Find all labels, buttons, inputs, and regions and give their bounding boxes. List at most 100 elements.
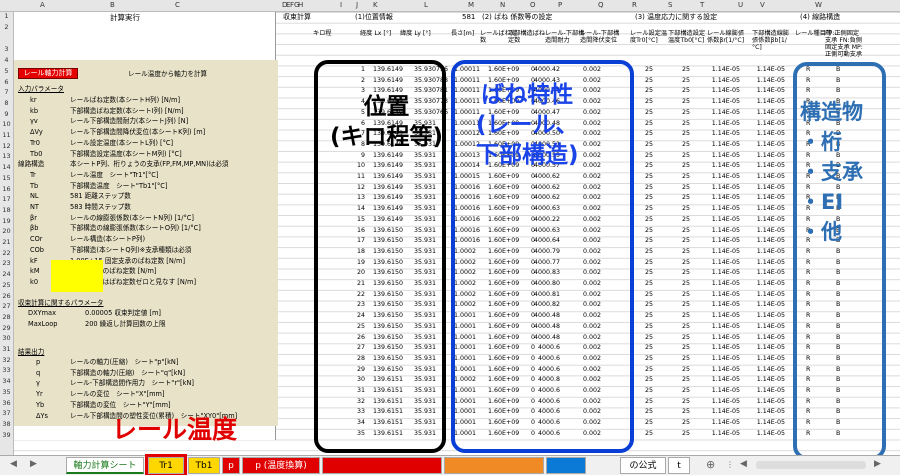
table-cell[interactable]: 1.60E+09 xyxy=(488,430,519,438)
row-number[interactable]: 26 xyxy=(0,292,13,300)
row-number[interactable]: 3 xyxy=(0,45,13,53)
table-cell[interactable]: 139.6150 xyxy=(373,366,403,374)
horizontal-scrollbar[interactable] xyxy=(756,461,866,469)
table-cell[interactable]: 1.14E-05 xyxy=(757,408,785,416)
table-cell[interactable]: 1.14E-05 xyxy=(712,355,740,363)
table-cell[interactable]: 35.931 xyxy=(414,301,436,309)
table-cell[interactable]: R xyxy=(806,301,810,309)
table-cell[interactable]: 24 xyxy=(357,312,365,320)
table-cell[interactable]: 0.002 xyxy=(583,280,601,288)
tab-p[interactable]: p xyxy=(222,457,240,474)
table-cell[interactable]: 25 xyxy=(645,344,653,352)
table-cell[interactable]: 25 xyxy=(645,323,653,331)
table-cell[interactable]: 25 xyxy=(682,259,690,267)
param-description[interactable]: レール温度 シート"Tr1"[°C] xyxy=(70,171,158,179)
table-cell[interactable]: 25 xyxy=(645,355,653,363)
table-cell[interactable]: 139.6150 xyxy=(373,344,403,352)
table-cell[interactable]: 25 xyxy=(645,398,653,406)
table-cell[interactable]: 139.6150 xyxy=(373,334,403,342)
table-cell[interactable]: 35.931 xyxy=(414,248,436,256)
table-cell[interactable]: 1.14E-05 xyxy=(712,323,740,331)
table-cell[interactable]: 1.14E-05 xyxy=(712,109,740,117)
table-cell[interactable]: 1.60E+09 xyxy=(488,344,519,352)
table-cell[interactable]: 1.14E-05 xyxy=(712,248,740,256)
tab-p-temp[interactable]: p (温度換算) xyxy=(242,457,320,474)
table-cell[interactable]: 0.002 xyxy=(583,152,601,160)
row-number[interactable]: 37 xyxy=(0,409,13,417)
column-letter[interactable]: M xyxy=(468,1,474,9)
table-cell[interactable]: 0 xyxy=(531,355,535,363)
table-cell[interactable]: 1.60E+09 xyxy=(488,259,519,267)
row-number[interactable]: 32 xyxy=(0,356,13,364)
table-cell[interactable]: 0.002 xyxy=(583,312,601,320)
table-cell[interactable]: 1.14E-05 xyxy=(757,205,785,213)
table-cell[interactable]: 139.6150 xyxy=(373,355,403,363)
table-cell[interactable]: 25 xyxy=(682,323,690,331)
table-cell[interactable]: 139.6149 xyxy=(373,162,403,170)
param-description[interactable]: レール下部構造間降伏変位(本シートK列) [m] xyxy=(70,128,205,136)
column-letter[interactable]: B xyxy=(110,1,115,9)
table-cell[interactable]: 25 xyxy=(682,66,690,74)
table-cell[interactable]: 139.6151 xyxy=(373,430,403,438)
table-cell[interactable]: 25 xyxy=(645,194,653,202)
row-number[interactable]: 19 xyxy=(0,217,13,225)
table-cell[interactable]: 34 xyxy=(357,419,365,427)
table-cell[interactable]: B xyxy=(836,408,840,416)
table-cell[interactable]: 0.002 xyxy=(583,141,601,149)
row-number[interactable]: 6 xyxy=(0,78,13,86)
table-cell[interactable]: 1.14E-05 xyxy=(712,408,740,416)
table-cell[interactable]: 25 xyxy=(645,366,653,374)
table-cell[interactable]: 1.14E-05 xyxy=(712,280,740,288)
table-cell[interactable]: 1.60E+09 xyxy=(488,334,519,342)
table-cell[interactable]: 13 xyxy=(357,194,365,202)
table-cell[interactable]: 139.6151 xyxy=(373,376,403,384)
table-cell[interactable]: 1.14E-05 xyxy=(757,216,785,224)
table-cell[interactable]: 1.0001 xyxy=(454,344,476,352)
table-cell[interactable]: 9 xyxy=(361,152,365,160)
table-cell[interactable]: 25 xyxy=(682,334,690,342)
table-cell[interactable]: 4000.6 xyxy=(538,419,560,427)
table-cell[interactable]: B xyxy=(836,248,840,256)
table-cell[interactable]: 0.002 xyxy=(583,269,601,277)
table-cell[interactable]: 4000.42 xyxy=(534,66,560,74)
table-cell[interactable]: R xyxy=(806,87,810,95)
column-letter[interactable]: J xyxy=(356,1,358,9)
table-cell[interactable]: B xyxy=(836,259,840,267)
table-cell[interactable]: 139.6149 xyxy=(373,194,403,202)
table-cell[interactable]: 35.931 xyxy=(414,376,436,384)
table-cell[interactable]: 11 xyxy=(357,173,365,181)
conv-value[interactable]: 200 繰返し計算回数の上限 xyxy=(85,320,166,328)
table-cell[interactable]: 25 xyxy=(682,355,690,363)
param-description[interactable]: 下部構造の線膨張係数(本シートO列) [1/°C] xyxy=(70,224,201,232)
tab-tb1[interactable]: Tb1 xyxy=(188,457,220,474)
table-cell[interactable]: 23 xyxy=(357,301,365,309)
table-cell[interactable]: 1.14E-05 xyxy=(712,98,740,106)
table-cell[interactable]: B xyxy=(836,387,840,395)
table-cell[interactable]: 25 xyxy=(645,334,653,342)
table-cell[interactable]: 1.0001 xyxy=(454,398,476,406)
table-cell[interactable]: 1.00016 xyxy=(454,227,480,235)
row-number[interactable]: 30 xyxy=(0,334,13,342)
table-cell[interactable]: 0.002 xyxy=(583,408,601,416)
table-cell[interactable]: 25 xyxy=(645,216,653,224)
table-cell[interactable]: 35 xyxy=(357,430,365,438)
table-cell[interactable]: R xyxy=(806,66,810,74)
table-cell[interactable]: 25 xyxy=(682,366,690,374)
row-number[interactable]: 34 xyxy=(0,377,13,385)
table-cell[interactable]: 25 xyxy=(682,98,690,106)
row-header-bar[interactable]: 1 2 3 4 5 6 7 8 9 10 11 12 13 14 15 16 17 18 19 20 21 22 23 24 2… xyxy=(0,12,14,457)
table-cell[interactable]: 25 xyxy=(682,227,690,235)
param-description[interactable]: レールばね定数(本シートH列) [N/m] xyxy=(70,96,180,104)
table-cell[interactable]: 25 xyxy=(645,269,653,277)
table-cell[interactable]: R xyxy=(806,291,810,299)
table-cell[interactable]: 1.14E-05 xyxy=(757,237,785,245)
row-number[interactable]: 24 xyxy=(0,270,13,278)
table-cell[interactable]: 4000.6 xyxy=(538,398,560,406)
run-calc-button[interactable]: レール軸力計算 xyxy=(18,68,78,79)
column-letter[interactable]: W xyxy=(815,1,822,9)
table-cell[interactable]: 0.002 xyxy=(583,387,601,395)
table-cell[interactable]: 4000.83 xyxy=(534,269,560,277)
scroll-right-icon[interactable]: ▶ xyxy=(874,459,881,469)
table-cell[interactable]: 25 xyxy=(645,259,653,267)
table-cell[interactable]: 139.6150 xyxy=(373,237,403,245)
